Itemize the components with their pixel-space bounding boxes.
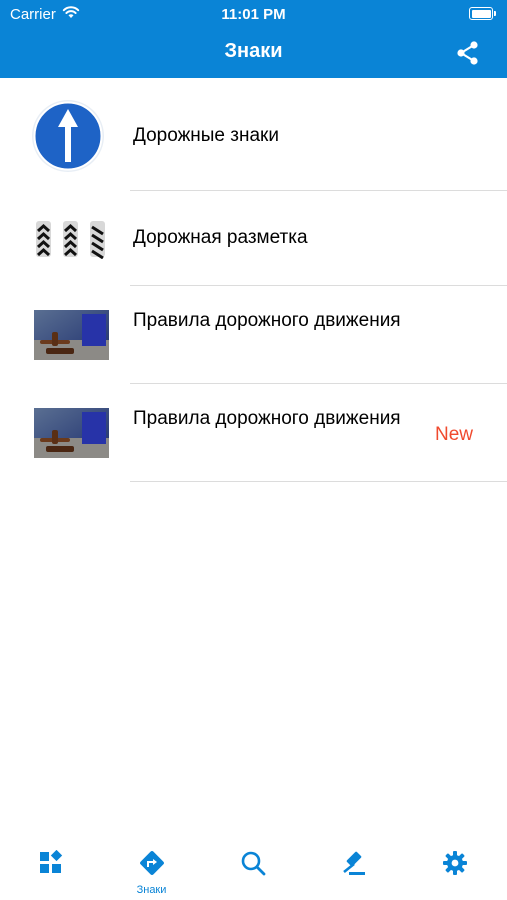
- turn-sign-icon: [140, 851, 164, 875]
- gear-icon: [443, 851, 467, 875]
- divider: [130, 481, 507, 482]
- dashboard-icon: [40, 850, 63, 873]
- battery-icon: [469, 7, 496, 20]
- list-item-label: Дорожная разметка: [133, 227, 308, 248]
- list-item[interactable]: Правила дорожного движения New: [0, 384, 507, 482]
- category-list: Дорожные знаки Дорожная разметка Правила…: [0, 78, 507, 482]
- list-item[interactable]: Дорожная разметка: [0, 191, 507, 286]
- list-item-label: Правила дорожного движения: [133, 310, 401, 331]
- status-bar: Carrier 11:01 PM: [0, 0, 507, 28]
- page-title: Знаки: [224, 40, 283, 62]
- share-icon[interactable]: [455, 40, 481, 66]
- tab-dashboard[interactable]: [0, 830, 101, 900]
- straight-arrow-road-sign: [32, 100, 104, 172]
- tab-settings[interactable]: [404, 830, 505, 900]
- search-icon: [241, 851, 266, 876]
- list-item[interactable]: Правила дорожного движения: [0, 286, 507, 384]
- tab-search[interactable]: [202, 830, 303, 900]
- gavel-photo: [34, 408, 109, 458]
- tab-signs[interactable]: Знаки: [101, 830, 202, 900]
- list-item-label: Дорожные знаки: [133, 125, 279, 146]
- gavel-photo: [34, 310, 109, 360]
- tab-rules[interactable]: [303, 830, 404, 900]
- tab-label: Знаки: [136, 884, 167, 896]
- road-marking-posts: [36, 221, 105, 259]
- tab-bar: Знаки: [0, 830, 507, 900]
- gavel-icon: [343, 851, 365, 875]
- list-item-label: Правила дорожного движения: [133, 408, 401, 429]
- new-badge: New: [434, 424, 473, 445]
- navigation-header: Carrier 11:01 PM Знаки: [0, 0, 507, 78]
- status-time: 11:01 PM: [221, 6, 286, 23]
- list-item[interactable]: Дорожные знаки: [0, 78, 507, 191]
